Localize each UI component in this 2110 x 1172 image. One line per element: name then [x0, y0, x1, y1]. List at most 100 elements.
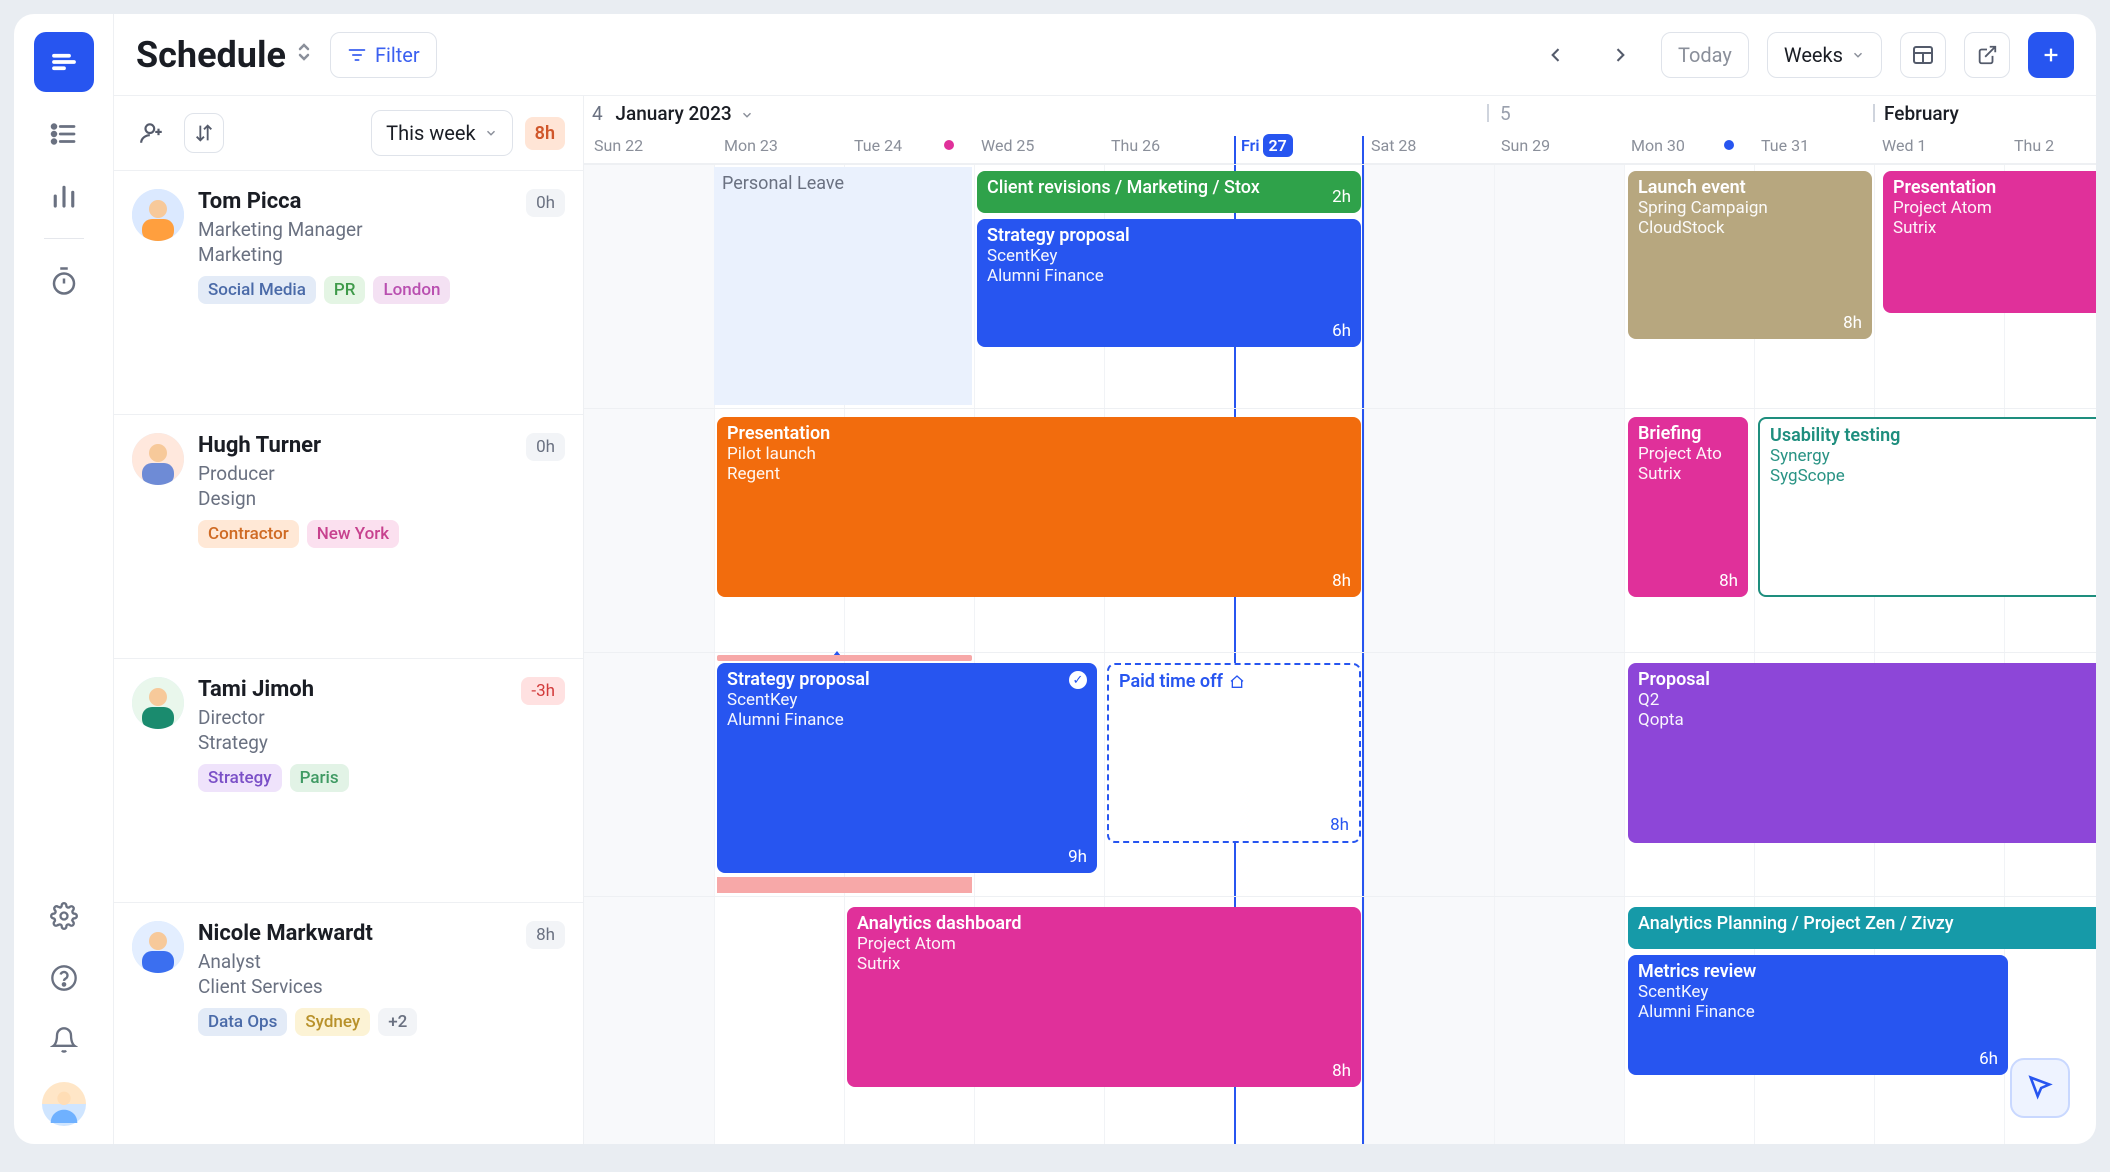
- range-dropdown[interactable]: This week: [371, 110, 512, 156]
- day-label: Sun 29: [1501, 136, 1550, 155]
- event-block[interactable]: Launch event Spring Campaign CloudStock …: [1628, 171, 1872, 339]
- sort-button[interactable]: [184, 113, 224, 153]
- filter-button[interactable]: Filter: [330, 32, 437, 78]
- person-dept: Marketing: [198, 243, 512, 266]
- tag: Contractor: [198, 520, 299, 548]
- day-label: Wed 25: [981, 136, 1034, 155]
- nav-help-icon[interactable]: [44, 958, 84, 998]
- nav-timer-icon[interactable]: [44, 261, 84, 301]
- over-allocation-bar: [717, 877, 972, 893]
- event-block[interactable]: Client revisions / Marketing / Stox 2h: [977, 171, 1361, 213]
- person-row[interactable]: Nicole Markwardt Analyst Client Services…: [114, 902, 583, 1102]
- person-name: Tom Picca: [198, 189, 512, 214]
- ghost-block: [714, 167, 972, 405]
- person-name: Tami Jimoh: [198, 677, 507, 702]
- nav-list-icon[interactable]: [44, 114, 84, 154]
- event-block[interactable]: Presentation Project Atom Sutrix: [1883, 171, 2096, 313]
- event-block[interactable]: Briefing Project Ato Sutrix 8h: [1628, 417, 1748, 597]
- avatar: [132, 189, 184, 241]
- next-button[interactable]: [1597, 32, 1643, 78]
- tag: Paris: [290, 764, 349, 792]
- person-hours: 8h: [526, 921, 565, 949]
- title-selector-icon[interactable]: [296, 42, 312, 67]
- person-name: Hugh Turner: [198, 433, 512, 458]
- event-block[interactable]: Strategy proposal ScentKey Alumni Financ…: [717, 663, 1097, 873]
- person-hours: -3h: [521, 677, 565, 705]
- person-role: Analyst: [198, 950, 512, 973]
- chevron-down-icon: [1851, 48, 1865, 62]
- week-divider: [1487, 104, 1489, 122]
- event-block[interactable]: Usability testing Synergy SygScope 8h: [1758, 417, 2096, 597]
- page-title: Schedule: [136, 34, 312, 76]
- export-button[interactable]: [1964, 32, 2010, 78]
- person-dept: Design: [198, 487, 512, 510]
- person-name: Nicole Markwardt: [198, 921, 512, 946]
- person-row[interactable]: Hugh Turner Producer Design ContractorNe…: [114, 414, 583, 658]
- month-label: January 2023: [615, 102, 731, 125]
- tag: PR: [324, 276, 366, 304]
- event-block[interactable]: Paid time off 8h: [1107, 663, 1361, 843]
- layout-button[interactable]: [1900, 32, 1946, 78]
- day-label: Wed 1: [1882, 136, 1926, 155]
- check-circle-icon: ✓: [1069, 671, 1087, 689]
- event-block[interactable]: Strategy proposal ScentKey Alumni Financ…: [977, 219, 1361, 347]
- nav-chart-icon[interactable]: [44, 176, 84, 216]
- event-dot-icon: [1724, 140, 1734, 150]
- event-block[interactable]: Analytics dashboard Project Atom Sutrix …: [847, 907, 1361, 1087]
- day-label: Tue 31: [1761, 136, 1809, 155]
- tag: New York: [307, 520, 399, 548]
- leave-label: Personal Leave: [722, 173, 844, 194]
- tag: Sydney: [295, 1008, 370, 1036]
- add-button[interactable]: [2028, 32, 2074, 78]
- person-role: Marketing Manager: [198, 218, 512, 241]
- chevron-down-icon[interactable]: [740, 108, 754, 122]
- tag: +2: [378, 1008, 417, 1036]
- add-person-button[interactable]: [132, 113, 172, 153]
- avatar: [132, 921, 184, 973]
- avatar: [132, 433, 184, 485]
- day-label: Thu 26: [1111, 136, 1160, 155]
- person-dept: Client Services: [198, 975, 512, 998]
- view-dropdown[interactable]: Weeks: [1767, 32, 1882, 78]
- app-logo[interactable]: [34, 32, 94, 92]
- day-label-today: Fri27: [1241, 136, 1293, 155]
- prev-button[interactable]: [1533, 32, 1579, 78]
- day-label: Tue 24: [854, 136, 902, 155]
- current-user-avatar[interactable]: [42, 1082, 86, 1126]
- event-dot-icon: [944, 140, 954, 150]
- cursor-fab[interactable]: [2010, 1058, 2070, 1118]
- schedule-lane[interactable]: Personal Leave Client revisions / Market…: [584, 164, 2096, 408]
- tag: London: [373, 276, 450, 304]
- person-hours: 0h: [526, 189, 565, 217]
- schedule-lane[interactable]: Presentation Pilot launch Regent 8h Brie…: [584, 408, 2096, 652]
- filter-icon: [347, 45, 367, 65]
- event-block[interactable]: Proposal Q2 Qopta 8h: [1628, 663, 2096, 843]
- event-block[interactable]: Presentation Pilot launch Regent 8h: [717, 417, 1361, 597]
- tag: Social Media: [198, 276, 316, 304]
- person-role: Director: [198, 706, 507, 729]
- event-block[interactable]: Metrics review ScentKey Alumni Finance 6…: [1628, 955, 2008, 1075]
- schedule-lane[interactable]: Strategy proposal ScentKey Alumni Financ…: [584, 652, 2096, 896]
- nav-notifications-icon[interactable]: [44, 1020, 84, 1060]
- capacity-badge: 8h: [525, 117, 565, 150]
- day-label: Thu 2: [2014, 136, 2054, 155]
- week-divider: [1873, 104, 1875, 122]
- day-label: Mon 30: [1631, 136, 1685, 155]
- tag: Strategy: [198, 764, 282, 792]
- timeline-header: 4 January 2023 5 February Sun 22 Mon 23 …: [584, 96, 2096, 164]
- nav-settings-icon[interactable]: [44, 896, 84, 936]
- chevron-down-icon: [484, 126, 498, 140]
- person-row[interactable]: Tami Jimoh Director Strategy Strategy Par…: [114, 658, 583, 902]
- day-label: Sat 28: [1371, 136, 1416, 155]
- schedule-lane[interactable]: Analytics dashboard Project Atom Sutrix …: [584, 896, 2096, 1096]
- person-dept: Strategy: [198, 731, 507, 754]
- month-label: February: [1884, 102, 1959, 125]
- event-block[interactable]: Analytics Planning / Project Zen / Zivzy…: [1628, 907, 2096, 949]
- today-button[interactable]: Today: [1661, 32, 1749, 78]
- rail-divider: [44, 238, 84, 239]
- week-number: 5: [1500, 102, 1511, 125]
- avatar: [132, 677, 184, 729]
- person-row[interactable]: Tom Picca Marketing Manager Marketing So…: [114, 170, 583, 414]
- home-icon: [1229, 674, 1245, 690]
- day-label: Mon 23: [724, 136, 778, 155]
